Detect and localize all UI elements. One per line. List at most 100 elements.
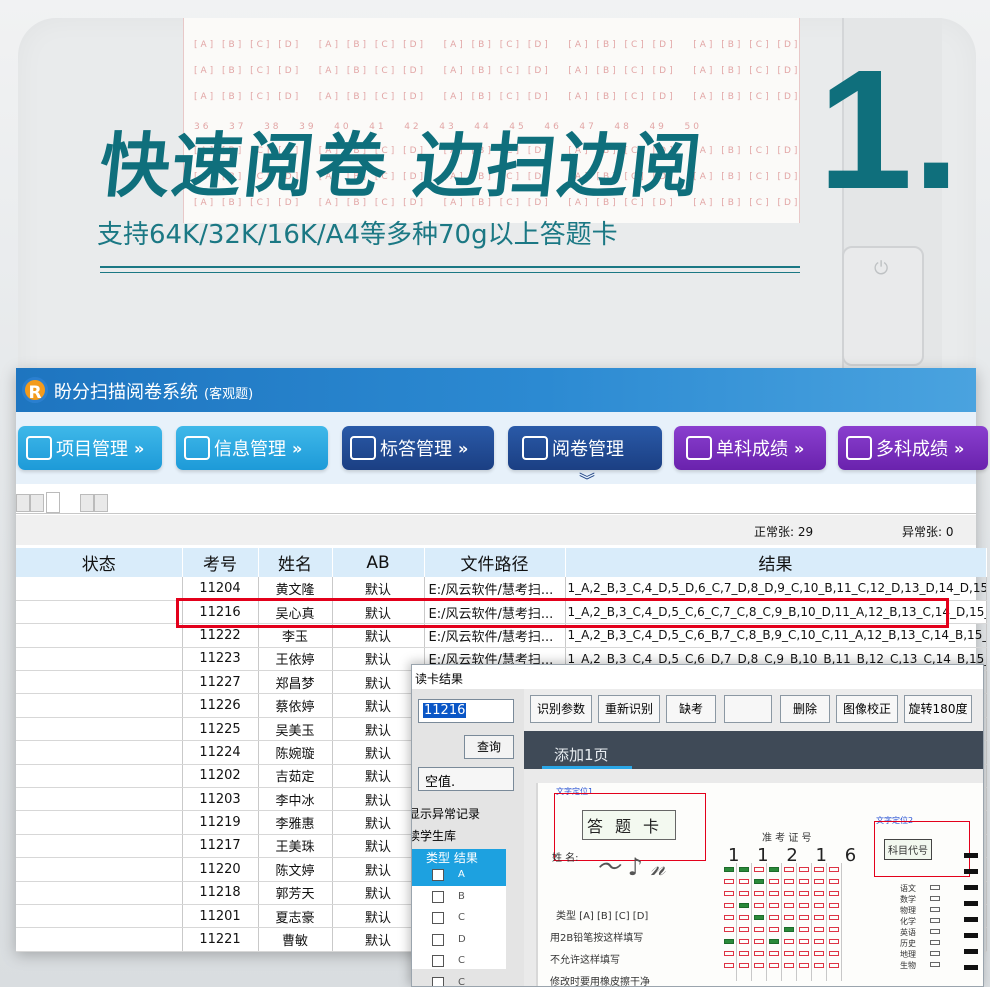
exam-id-input[interactable]: 11216: [418, 699, 514, 723]
cell-status: [16, 810, 183, 835]
double-chevron-right-icon: »: [794, 438, 805, 458]
answer-bubble: [814, 939, 824, 944]
answer-bubble: [814, 963, 824, 968]
cell-exam-id: 11219: [182, 810, 259, 835]
cell-exam-id: 11201: [182, 904, 259, 929]
divider-line: [100, 266, 800, 268]
answer-bubble: [829, 867, 839, 872]
col-status[interactable]: 状态: [16, 548, 183, 577]
answer-bubble: [739, 915, 749, 920]
col-file-path[interactable]: 文件路径: [424, 548, 566, 577]
rotate-180-button[interactable]: 旋转180度: [904, 695, 972, 723]
type-list-item[interactable]: D: [412, 930, 506, 951]
show-abnormal-label[interactable]: 显示异常记录: [412, 805, 480, 822]
nav-label: 阅卷管理: [552, 439, 624, 460]
subject-item: 化学: [900, 917, 916, 926]
type-list-header: 类型 结果: [412, 849, 506, 865]
cell-result: 1_A,2_B,3_C,4_D,5_C,6_C,7_C,8_C,9_B,10_D…: [565, 600, 987, 625]
cell-status: [16, 740, 183, 765]
col-exam-id[interactable]: 考号: [182, 548, 259, 577]
view-tab[interactable]: [16, 494, 30, 512]
col-result[interactable]: 结果: [565, 548, 987, 577]
answer-bubble: [799, 867, 809, 872]
answer-bubble: [724, 879, 734, 884]
checkbox[interactable]: [432, 955, 444, 967]
null-value-field[interactable]: 空值.: [418, 767, 514, 791]
image-correction-button[interactable]: 图像校正: [836, 695, 898, 723]
checkbox[interactable]: [432, 869, 444, 881]
cell-exam-id: 11222: [182, 623, 259, 648]
cell-status: [16, 787, 183, 812]
table-row[interactable]: 11216 吴心真 默认 E:/风云软件/慧考扫... 1_A,2_B,3_C,4_D,…: [16, 600, 987, 625]
table-row[interactable]: 11204 黄文隆 默认 E:/风云软件/慧考扫... 1_A,2_B,3_C,4_D,…: [16, 577, 987, 601]
nav-single-subject-scores[interactable]: 单科成绩 »: [674, 426, 826, 470]
delete-button[interactable]: 删除: [780, 695, 830, 723]
answer-bubble: [829, 903, 839, 908]
cell-name: 王依婷: [258, 647, 333, 672]
nav-answer-key-management[interactable]: 标答管理 »: [342, 426, 494, 470]
double-chevron-right-icon: »: [458, 438, 469, 458]
answer-bubble: [754, 879, 764, 884]
cell-exam-id: 11226: [182, 693, 259, 718]
type-list-item[interactable]: C: [412, 908, 506, 929]
checkbox[interactable]: [432, 890, 444, 903]
read-student-db-label[interactable]: 读学生库: [412, 827, 456, 844]
house-edit-icon: [350, 436, 376, 460]
answer-bubble: [769, 879, 779, 884]
subject-item: 地理: [900, 950, 916, 959]
view-tab[interactable]: [80, 494, 94, 512]
nav-info-management[interactable]: 信息管理 »: [176, 426, 328, 470]
type-label: 类型 [A] [B] [C] [D]: [556, 911, 649, 922]
answer-bubble: [799, 939, 809, 944]
title-bar: R 盼分扫描阅卷系统 (客观题): [16, 368, 976, 412]
cell-status: [16, 600, 183, 625]
answer-bubble: [754, 963, 764, 968]
answer-bubble: [799, 963, 809, 968]
cell-file-path: E:/风云软件/慧考扫...: [424, 577, 566, 601]
answer-bubble: [814, 879, 824, 884]
nav-label: 信息管理: [214, 439, 286, 460]
nav-label: 单科成绩: [716, 439, 788, 460]
col-ab[interactable]: AB: [332, 548, 425, 577]
blank-button[interactable]: [724, 695, 772, 723]
answer-bubble: [739, 879, 749, 884]
timing-mark: [964, 869, 978, 874]
type-value: C: [458, 976, 465, 987]
col-name[interactable]: 姓名: [258, 548, 333, 577]
recognition-params-button[interactable]: 识别参数: [530, 695, 592, 723]
answer-bubble: [784, 939, 794, 944]
answer-bubble: [829, 891, 839, 896]
cell-status: [16, 670, 183, 695]
view-tab-active[interactable]: [46, 492, 60, 513]
checkbox[interactable]: [432, 933, 444, 946]
checkbox[interactable]: [432, 976, 444, 986]
answer-bubble: [814, 927, 824, 932]
subject-code-label: 科目代号: [884, 839, 932, 860]
re-recognize-button[interactable]: 重新识别: [598, 695, 660, 723]
nav-project-management[interactable]: 项目管理 »: [18, 426, 162, 470]
nav-marking-management[interactable]: 阅卷管理: [508, 426, 662, 470]
type-list-item[interactable]: C: [412, 973, 506, 987]
table-row[interactable]: 11222 李玉 默认 E:/风云软件/慧考扫... 1_A,2_B,3_C,4_D,5…: [16, 623, 987, 648]
answer-bubble: [769, 867, 779, 872]
cell-status: [16, 623, 183, 648]
monitor-icon: [522, 436, 548, 460]
query-button[interactable]: 查询: [464, 735, 514, 759]
answer-bubble: [814, 891, 824, 896]
type-list-item[interactable]: A: [412, 865, 506, 886]
type-list-item[interactable]: C: [412, 951, 506, 972]
answer-bubble: [769, 939, 779, 944]
dialog-toolbar: 识别参数 重新识别 缺考 删除 图像校正 旋转180度: [524, 689, 983, 731]
handwritten-name: 〜 ♪ 𝓃: [596, 853, 666, 881]
abnormal-count: 异常张: 0: [902, 525, 954, 539]
absent-button[interactable]: 缺考: [666, 695, 716, 723]
answer-bubble: [829, 963, 839, 968]
answer-bubble: [799, 903, 809, 908]
tab-add-page-1[interactable]: 添加1页: [542, 739, 632, 769]
scanned-sheet-preview[interactable]: 文字定位1 答题卡 姓 名: 〜 ♪ 𝓃 准 考 证 号 1 1 2 1 6 类…: [536, 783, 983, 986]
view-tab[interactable]: [94, 494, 108, 512]
nav-multi-subject-scores[interactable]: 多科成绩 »: [838, 426, 988, 470]
view-tab[interactable]: [30, 494, 44, 512]
checkbox[interactable]: [432, 912, 444, 924]
type-list-item[interactable]: B: [412, 887, 506, 908]
